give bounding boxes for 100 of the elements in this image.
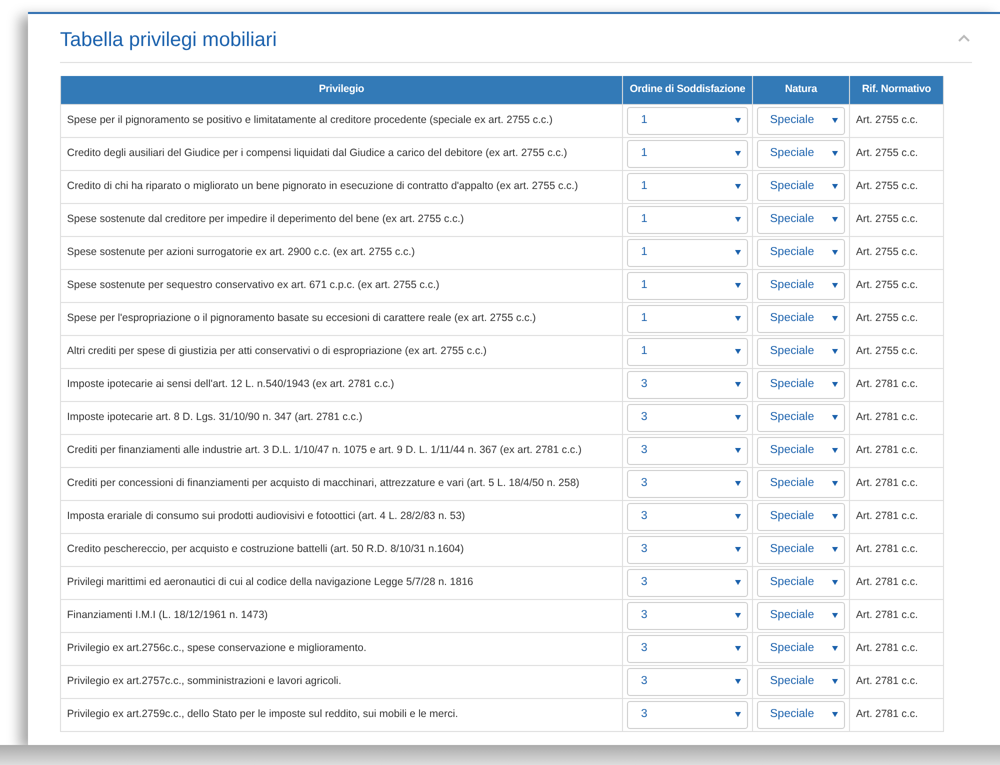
caret-icon [832,382,838,387]
table-cell: Imposte ipotecarie art. 8 D. Lgs. 31/10/90 n. 347 (art. 2781 c.c.) [60,401,622,434]
dropdown[interactable]: 3 [627,536,748,564]
caret-icon [832,514,838,519]
caret-icon [832,217,838,222]
table-cell: Imposte ipotecarie ai sensi dell'art. 12 L. n.540/1943 (ex art. 2781 c.c.) [60,368,622,401]
caret-icon [832,547,838,552]
table-cell: Art. 2755 c.c. [850,137,944,170]
table-cell: Art. 2781 c.c. [850,665,944,698]
table-cell: Art. 2755 c.c. [850,203,944,236]
dropdown[interactable]: 1 [627,304,748,332]
caret-icon [735,382,741,387]
table-cell: Art. 2781 c.c. [850,434,944,467]
table-cell: Art. 2755 c.c. [850,104,944,137]
table-cell: Privilegio ex art.2759c.c., dello Stato per le imposte sul reddito, sui mobili e le merci. [60,698,622,731]
caret-icon [735,679,741,684]
table-cell: Art. 2755 c.c. [850,236,944,269]
caret-icon [832,415,838,420]
dropdown[interactable]: 1 [627,338,748,366]
caret-icon [735,646,741,651]
caret-icon [735,151,741,156]
caret-icon [832,151,838,156]
table-cell: Finanziamenti I.M.I (L. 18/12/1961 n. 1473) [60,599,622,632]
dropdown[interactable]: Speciale [757,272,845,300]
caret-icon [735,547,741,552]
dropdown[interactable]: Speciale [757,140,845,168]
table-cell: Art. 2781 c.c. [850,566,944,599]
dropdown[interactable]: 1 [627,140,748,168]
dropdown[interactable]: Speciale [757,634,845,662]
caret-icon [735,415,741,420]
dropdown[interactable]: 1 [627,106,748,134]
caret-icon [735,250,741,255]
dropdown[interactable]: Speciale [757,502,845,530]
dropdown[interactable]: 1 [627,172,748,200]
dropdown[interactable]: Speciale [757,206,845,234]
table-cell: Art. 2755 c.c. [850,269,944,302]
caret-icon [832,349,838,354]
caret-icon [735,514,741,519]
caret-icon [832,184,838,189]
caret-icon [735,580,741,585]
table-cell: Privilegio ex art.2757c.c., somministrazioni e lavori agricoli. [60,665,622,698]
dropdown[interactable]: 3 [627,436,748,464]
dropdown[interactable]: 3 [627,568,748,596]
dropdown[interactable]: 1 [627,238,748,266]
dropdown[interactable]: Speciale [757,568,845,596]
table-cell: Credito di chi ha riparato o migliorato un bene pignorato in esecuzione di contratto d'appalto (ex art. 2755 c.c.) [60,170,622,203]
dropdown[interactable]: 3 [627,370,748,398]
dropdown[interactable]: Speciale [757,536,845,564]
dropdown[interactable]: Speciale [757,238,845,266]
dropdown[interactable]: 3 [627,634,748,662]
table-cell: Art. 2755 c.c. [850,170,944,203]
dropdown[interactable]: 1 [627,272,748,300]
caret-icon [832,481,838,486]
dropdown[interactable]: Speciale [757,700,845,728]
dropdown[interactable]: Speciale [757,470,845,498]
table-cell: Art. 2755 c.c. [850,302,944,335]
column-header: Privilegio [60,76,622,104]
column-header: Natura [752,76,850,104]
dropdown[interactable]: Speciale [757,668,845,696]
table-cell: Privilegio ex art.2756c.c., spese conservazione e miglioramento. [60,632,622,665]
caret-icon [735,283,741,288]
table-cell: Crediti per finanziamenti alle industrie art. 3 D.L. 1/10/47 n. 1075 e art. 9 D. L. 1/11/44 n. 367 (ex art. 2781 c.c.) [60,434,622,467]
table-cell: Art. 2781 c.c. [850,467,944,500]
dropdown[interactable]: Speciale [757,370,845,398]
caret-icon [735,481,741,486]
column-header: Ordine di Soddisfazione [622,76,752,104]
dropdown[interactable]: 3 [627,700,748,728]
caret-icon [735,316,741,321]
dropdown[interactable]: Speciale [757,602,845,630]
table-cell: Crediti per concessioni di finanziamenti per acquisto di macchinari, attrezzature e vari (art. 5 L. 18/4/50 n. 258) [60,467,622,500]
table-cell: Privilegi marittimi ed aeronautici di cui al codice della navigazione Legge 5/7/28 n. 1816 [60,566,622,599]
caret-icon [735,349,741,354]
table-cell: Art. 2781 c.c. [850,368,944,401]
dropdown[interactable]: 3 [627,602,748,630]
dropdown[interactable]: Speciale [757,304,845,332]
dropdown[interactable]: 1 [627,206,748,234]
dropdown[interactable]: Speciale [757,436,845,464]
caret-icon [735,613,741,618]
table-cell: Altri crediti per spese di giustizia per atti conservativi o di espropriazione (ex art. 2755 c.c.) [60,335,622,368]
dropdown[interactable]: 3 [627,470,748,498]
table-cell: Art. 2781 c.c. [850,533,944,566]
caret-icon [832,448,838,453]
table-cell: Spese sostenute dal creditore per impedire il deperimento del bene (ex art. 2755 c.c.) [60,203,622,236]
table-cell: Art. 2781 c.c. [850,698,944,731]
table-cell: Art. 2781 c.c. [850,401,944,434]
caret-icon [832,118,838,123]
caret-icon [832,283,838,288]
caret-icon [735,712,741,717]
column-header: Rif. Normativo [850,76,944,104]
dropdown[interactable]: 3 [627,668,748,696]
dropdown[interactable]: Speciale [757,404,845,432]
caret-icon [832,250,838,255]
caret-icon [832,712,838,717]
collapse-chevron-icon[interactable] [958,34,970,42]
dropdown[interactable]: Speciale [757,172,845,200]
table-cell: Spese per l'espropriazione o il pignoramento basate su eccesioni di carattere reale (ex art. 2755 c.c.) [60,302,622,335]
dropdown[interactable]: Speciale [757,106,845,134]
dropdown[interactable]: 3 [627,404,748,432]
dropdown[interactable]: 3 [627,502,748,530]
dropdown[interactable]: Speciale [757,338,845,366]
